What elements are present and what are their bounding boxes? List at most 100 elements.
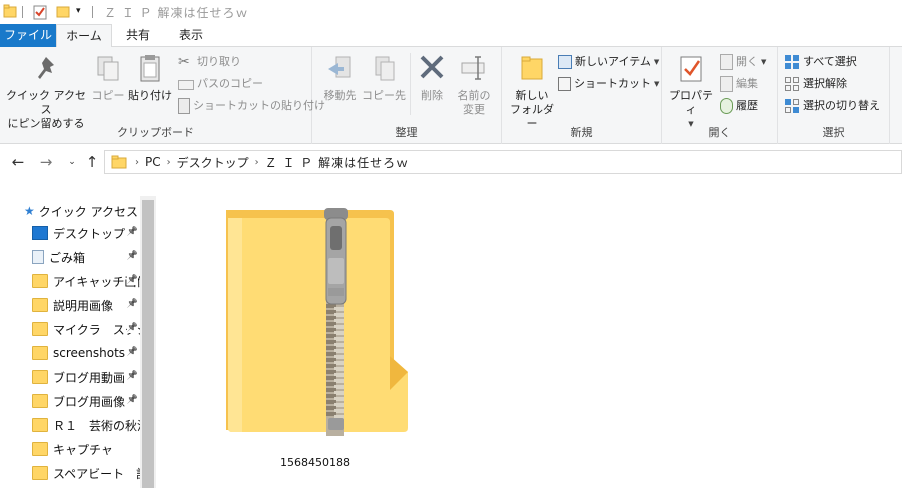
edit-icon [720,76,733,92]
pin-icon: 📌 [126,275,138,285]
sidebar-item[interactable]: screenshots 📌 [32,342,140,364]
properties-label: プロパティ [669,89,713,116]
open-icon [720,54,733,70]
separator [92,6,93,18]
new-item-button[interactable]: 新しいアイテム ▼ [558,52,659,72]
folder-icon [32,346,48,360]
invert-selection-label: 選択の切り替え [803,99,880,112]
chevron-down-icon: ▼ [654,80,660,88]
star-icon: ★ [24,204,35,218]
breadcrumb-pc[interactable]: PC [145,155,161,169]
properties-check-icon[interactable] [33,4,47,20]
paste-icon [140,55,160,82]
sidebar-item-label: ごみ箱 [49,250,86,265]
sidebar-item[interactable]: デスクトップ 📌 [32,222,140,244]
sidebar-item-label: 説明用画像 [53,298,114,313]
rename-icon [461,56,485,80]
scissors-icon: ✂ [178,54,190,70]
delete-button[interactable]: 削除 [414,51,450,103]
pin-icon: 📌 [126,371,138,381]
copy-label: コピー [91,89,125,102]
pin-icon: 📌 [126,251,138,261]
paste-button[interactable]: 貼り付け [128,51,172,103]
sidebar-item[interactable]: ブログ用画像 📌 [32,390,140,412]
sidebar-item-label: Ｒ１ 芸術の秋決定戦 [53,418,140,433]
new-folder-button[interactable]: 新しい フォルダー [506,51,558,131]
open-button[interactable]: 開く ▼ [720,52,766,72]
sidebar-item-label: キャプチャ [53,442,113,457]
sidebar-item[interactable]: キャプチャ [32,438,140,460]
easy-access-shortcut-button[interactable]: ショートカット ▼ [558,74,659,94]
separator [22,6,23,18]
copy-path-label: パスのコピー [197,77,263,90]
folder-icon [32,442,48,456]
quick-access-label: クイック アクセス [38,204,138,219]
ribbon-tabs: ファイル ホーム 共有 表示 [0,24,902,48]
history-button[interactable]: 履歴 [720,96,758,116]
title-bar: ▾ Ｚ Ｉ Ｐ 解凍は任せろｗ [0,0,902,24]
breadcrumb-current-folder[interactable]: Ｚ Ｉ Ｐ 解凍は任せろｗ [265,154,409,171]
paste-shortcut-button[interactable]: ショートカットの貼り付け [178,96,325,116]
sidebar-item-quick-access[interactable]: ★ クイック アクセス [24,200,140,222]
invert-selection-button[interactable]: 選択の切り替え [784,96,880,116]
sidebar-item[interactable]: Ｒ１ 芸術の秋決定戦 [32,414,140,436]
tab-home[interactable]: ホーム [56,24,112,48]
back-arrow-icon[interactable]: ← [8,152,28,172]
breadcrumb-desktop[interactable]: デスクトップ [177,154,249,171]
tab-view[interactable]: 表示 [166,24,216,47]
open-label: 開く [736,55,758,68]
invert-selection-icon [785,99,799,113]
sidebar-item[interactable]: アイキャッチ画像 📌 [32,270,140,292]
history-label: 履歴 [736,99,758,112]
select-group-label: 選択 [822,126,845,139]
new-group: 新しい フォルダー 新しいアイテム ▼ ショートカット ▼ 新規 [502,47,662,144]
organize-group-label: 整理 [395,126,418,139]
pin-icon: 📌 [126,347,138,357]
select-all-button[interactable]: すべて選択 [784,52,857,72]
pin-to-quick-access-button[interactable]: クイック アクセス にピン留めする [6,51,86,131]
forward-arrow-icon[interactable]: → [36,152,56,172]
select-all-icon [785,55,799,69]
address-bar[interactable]: › PC › デスクトップ › Ｚ Ｉ Ｐ 解凍は任せろｗ [104,150,902,174]
copy-icon [97,56,119,81]
folder-icon [32,298,48,312]
folder-icon [32,370,48,384]
sidebar-item[interactable]: ごみ箱 📌 [32,246,140,268]
file-name-label: 1568450188 [280,456,350,469]
copy-path-button[interactable]: パスのコピー [178,74,263,94]
cut-label: 切り取り [197,55,241,68]
sidebar-item[interactable]: スペアビート 記録 [32,462,140,484]
rename-button[interactable]: 名前の 変更 [452,51,496,117]
separator [410,53,411,115]
cut-button[interactable]: ✂ 切り取り [178,52,241,72]
sidebar-item-label: スペアビート 記録 [53,466,140,481]
tab-file[interactable]: ファイル [0,24,56,47]
sidebar-scroll-thumb[interactable] [142,200,154,488]
move-to-label: 移動先 [323,89,357,102]
zip-file-item[interactable]: 1568450188 [222,204,408,469]
open-group-label: 開く [708,126,731,139]
select-all-label: すべて選択 [803,55,857,68]
edit-button[interactable]: 編集 [720,74,758,94]
up-arrow-icon[interactable]: ↑ [82,152,102,172]
new-folder-label-line1: 新しい [515,89,549,102]
select-none-button[interactable]: 選択解除 [784,74,847,94]
copy-to-icon [375,56,395,81]
properties-button[interactable]: プロパティ ▼ [666,51,716,131]
sidebar-item[interactable]: 説明用画像 📌 [32,294,140,316]
copy-to-button[interactable]: コピー先 [362,51,406,103]
customize-dropdown-icon[interactable]: ▾ [76,6,81,16]
sidebar-item[interactable]: ブログ用動画 📌 [32,366,140,388]
properties-check-icon [680,56,702,82]
sidebar-item[interactable]: マイクラ スクショ📌 [32,318,140,340]
new-folder-icon[interactable] [56,4,70,18]
move-to-button[interactable]: 移動先 [318,51,362,103]
new-group-label: 新規 [570,126,593,139]
tab-share[interactable]: 共有 [114,24,162,47]
copy-button[interactable]: コピー [88,51,128,103]
folder-icon [111,155,127,169]
open-group: プロパティ ▼ 開く ▼ 編集 履歴 開く [662,47,778,144]
folder-icon [32,274,48,288]
recent-locations-chevron-icon[interactable]: ⌄ [62,152,82,172]
new-item-label: 新しいアイテム [575,55,651,68]
